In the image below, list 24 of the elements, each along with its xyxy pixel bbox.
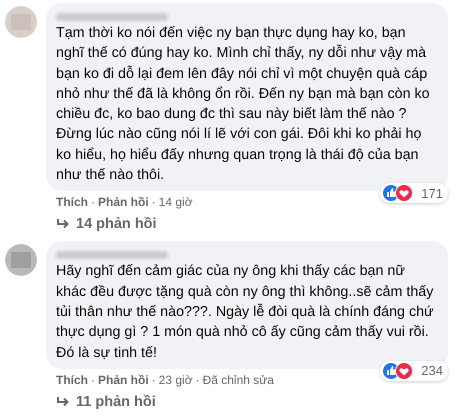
comment-text: Tạm thời ko nói đến việc ny bạn thực dụng hay ko, bạn nghĩ thế có đúng hay ko. Mình chỉ thấy, ny dỗi như vậy mà bạn ko đi dỗ lại đem lên đây nói chỉ vì một chuyện quà cáp nhỏ như thế đã là không ổn rồi. Đến ny bạn mà bạn còn ko chiều đc, ko bao dung đc thì sau này biết làm thế nào ? Đừng lúc nào cũng nói lí lẽ với con gái. Đôi khi ko phải họ ko hiểu, họ hiểu đấy nhưng quan trọng là thái độ của bạn như thế nào thôi. [56, 24, 431, 186]
action-link[interactable]: Phản hồi [98, 372, 149, 387]
action-link[interactable]: Thích [56, 372, 88, 387]
reaction-count: 234 [421, 363, 443, 378]
reaction-badge[interactable]: 171 [380, 183, 448, 204]
action-link[interactable]: Thích [56, 195, 88, 210]
separator-dot: · [196, 372, 200, 387]
comment-text: Hãy nghĩ đến cảm giác của ny ông khi thấy các bạn nữ khác đều được tặng quà còn ny ông thì không..sẽ cảm thấy tủi thân như thế nào???. Ngày lễ đòi quà là chính đáng chứ thực dụng gì ? 1 món quà nhỏ cô ấy cũng cảm thấy vui rồi. Đó là sự tinh tế! [56, 262, 434, 363]
reaction-badge[interactable]: 234 [380, 360, 448, 381]
replies-link[interactable]: 11 phản hồi [46, 386, 448, 411]
reply-arrow-icon [56, 218, 70, 230]
separator-dot: · [152, 372, 156, 387]
avatar[interactable] [5, 6, 37, 38]
meta-text: Đã chỉnh sửa [202, 372, 274, 387]
separator-dot: · [152, 195, 156, 210]
action-link[interactable]: Phản hồi [98, 195, 149, 210]
replies-link[interactable]: 14 phản hồi [46, 209, 448, 234]
meta-text: 14 giờ [158, 195, 193, 210]
reaction-count: 171 [421, 186, 443, 201]
reply-arrow-icon [56, 396, 70, 408]
avatar[interactable] [5, 244, 37, 276]
separator-dot: · [91, 372, 95, 387]
meta-text: 23 giờ [158, 372, 193, 387]
separator-dot: · [91, 195, 95, 210]
